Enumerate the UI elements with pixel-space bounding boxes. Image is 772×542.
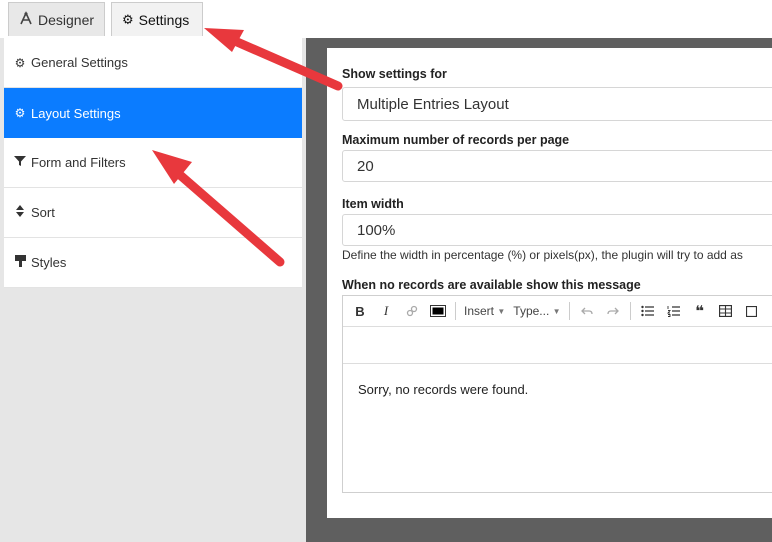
tab-designer[interactable]: Designer: [8, 2, 105, 36]
max-records-input[interactable]: 20: [342, 150, 772, 182]
designer-icon: [19, 11, 33, 28]
sort-icon: [14, 205, 26, 220]
editor-content[interactable]: Sorry, no records were found.: [358, 382, 528, 397]
gear-icon: ⚙: [14, 55, 26, 70]
redo-button[interactable]: [600, 300, 626, 322]
editor-toolbar: B I Insert ▼ Type... ▼ ❝: [343, 296, 772, 327]
tab-settings-label: Settings: [138, 11, 190, 28]
numbered-list-icon: [667, 306, 681, 317]
caret-down-icon: ▼: [497, 306, 506, 316]
sidebar-item-label: General Settings: [31, 55, 128, 70]
item-width-label: Item width: [342, 197, 404, 211]
no-records-label: When no records are available show this …: [342, 278, 641, 292]
italic-button[interactable]: I: [373, 300, 399, 322]
bullet-list-icon: [641, 305, 655, 317]
color-swatch-icon: [430, 305, 446, 317]
toolbar-divider: [455, 302, 456, 320]
sidebar-item-label: Styles: [31, 255, 67, 270]
blockquote-button[interactable]: ❝: [687, 300, 713, 322]
filter-icon: [14, 155, 26, 170]
sidebar-item-label: Layout Settings: [31, 105, 121, 121]
sidebar-item-styles[interactable]: Styles: [4, 238, 302, 288]
numbered-list-button[interactable]: [661, 300, 687, 322]
undo-button[interactable]: [574, 300, 600, 322]
sidebar-item-layout-settings[interactable]: ⚙ Layout Settings: [4, 88, 302, 138]
sidebar-item-label: Sort: [31, 205, 55, 220]
redo-icon: [606, 307, 619, 315]
gear-icon: ⚙: [14, 106, 26, 120]
no-records-message-editor[interactable]: B I Insert ▼ Type... ▼ ❝ Sorry, no recor…: [342, 295, 772, 493]
max-records-label: Maximum number of records per page: [342, 133, 570, 147]
table-icon: [719, 305, 733, 317]
item-width-input[interactable]: 100%: [342, 214, 772, 246]
gear-icon: ⚙: [122, 11, 134, 27]
link-button[interactable]: [399, 300, 425, 322]
insert-dropdown[interactable]: Insert ▼: [460, 300, 509, 322]
tab-designer-label: Designer: [38, 11, 95, 28]
show-settings-label: Show settings for: [342, 67, 447, 81]
sidebar-item-label: Form and Filters: [31, 155, 126, 170]
item-width-help: Define the width in percentage (%) or pi…: [342, 248, 743, 262]
type-dropdown[interactable]: Type... ▼: [509, 300, 564, 322]
editor-blank-line: [343, 327, 772, 364]
sidebar-item-general-settings[interactable]: ⚙ General Settings: [4, 38, 302, 88]
caret-down-icon: ▼: [552, 306, 561, 316]
color-button[interactable]: [425, 300, 451, 322]
show-settings-select[interactable]: Multiple Entries Layout: [342, 87, 772, 121]
link-icon: [406, 305, 418, 317]
tab-settings[interactable]: ⚙ Settings: [111, 2, 203, 36]
sidebar-item-sort[interactable]: Sort: [4, 188, 302, 238]
sidebar-list: ⚙ General Settings ⚙ Layout Settings For…: [4, 38, 302, 288]
sidebar-item-form-and-filters[interactable]: Form and Filters: [4, 138, 302, 188]
undo-icon: [580, 307, 593, 315]
square-icon: [746, 305, 758, 317]
table-button[interactable]: [713, 300, 739, 322]
toolbar-divider: [629, 302, 631, 320]
settings-sidebar: ⚙ General Settings ⚙ Layout Settings For…: [0, 38, 306, 542]
fullscreen-button[interactable]: [739, 300, 765, 322]
tab-bar: Designer ⚙ Settings: [0, 0, 772, 38]
bold-button[interactable]: B: [347, 300, 373, 322]
toolbar-divider: [568, 302, 570, 320]
bullet-list-button[interactable]: [635, 300, 661, 322]
paint-icon: [14, 255, 26, 270]
